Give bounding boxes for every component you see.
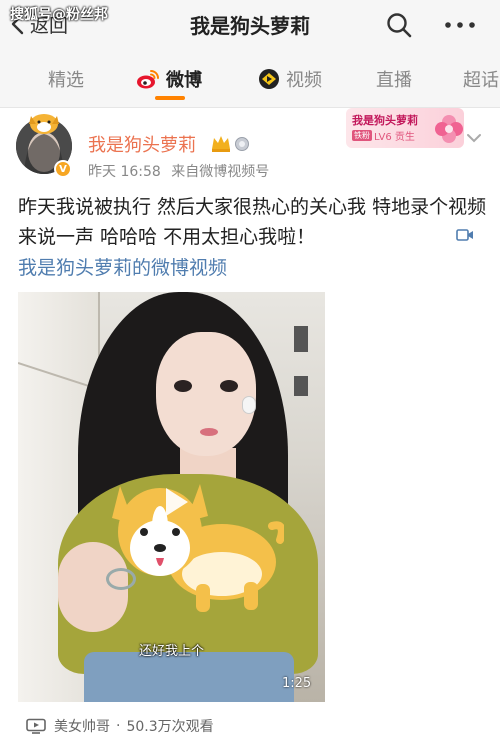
tab-live[interactable]: 直播: [376, 66, 412, 92]
subject-eye: [174, 380, 192, 392]
tab-label: 微博: [166, 70, 202, 91]
tab-video[interactable]: 视频: [258, 66, 322, 92]
tab-label: 精选: [48, 70, 84, 91]
earbud: [242, 396, 256, 414]
watermark: 搜狐号@粉丝邦: [10, 7, 108, 23]
play-icon[interactable]: [154, 482, 194, 522]
fan-level-text: LV6 贡生: [374, 132, 415, 143]
video-link-icon[interactable]: [456, 228, 474, 242]
weibo-logo-icon: [137, 70, 159, 89]
tab-featured[interactable]: 精选: [48, 66, 84, 92]
video-views: 50.3万次观看: [126, 719, 214, 735]
search-icon[interactable]: [385, 11, 413, 39]
post-time: 昨天 16:58: [88, 164, 161, 180]
tab-bar: 精选 微博 视频 直播 超话: [0, 50, 500, 108]
fan-tag: 铁粉: [352, 130, 372, 141]
crown-icon: [212, 136, 230, 152]
post-meta: 昨天 16:58 来自微博视频号: [88, 161, 269, 181]
video-player[interactable]: 还好我上个 1:25: [18, 292, 325, 702]
tab-label: 直播: [376, 70, 412, 91]
medal-icon: [235, 137, 249, 151]
subject-face: [156, 332, 256, 456]
fan-card-level: 铁粉 LV6 贡生: [352, 128, 415, 143]
subject-lips: [200, 428, 218, 436]
author-name[interactable]: 我是狗头萝莉: [88, 131, 196, 157]
post-text: 昨天我说被执行 然后大家很热心的关心我 特地录个视频来说一声 哈哈哈 不用太担心…: [18, 196, 487, 248]
chevron-down-icon[interactable]: [466, 132, 482, 144]
tab-label: 超话: [463, 70, 499, 91]
video-channel[interactable]: 美女帅哥: [54, 716, 110, 736]
video-link[interactable]: 我是狗头萝莉的微博视频: [18, 253, 227, 280]
corgi-sticker-icon: [112, 484, 284, 612]
subject-eye: [220, 380, 238, 392]
tab-super-topic[interactable]: 超话: [463, 66, 499, 92]
tab-label: 视频: [286, 70, 322, 91]
tab-weibo[interactable]: 微博: [136, 66, 202, 92]
separator-dot: ·: [116, 718, 121, 734]
video-logo-icon: [259, 69, 279, 89]
wall-vent: [294, 326, 308, 352]
tv-icon: [26, 718, 46, 734]
video-subtitle: 还好我上个: [138, 644, 204, 659]
wall-vent: [294, 376, 308, 396]
verified-badge: V: [54, 160, 72, 178]
video-duration: 1:25: [282, 676, 312, 691]
fan-card-name: 我是狗头萝莉: [352, 114, 418, 127]
subject-jeans: [84, 652, 294, 702]
post-source[interactable]: 来自微博视频号: [171, 164, 269, 180]
flower-icon: [435, 115, 463, 143]
more-icon[interactable]: [440, 11, 480, 39]
video-stats: 美女帅哥 · 50.3万次观看: [26, 716, 214, 736]
active-tab-indicator: [155, 96, 185, 100]
dog-avatar-frame-icon: [29, 114, 59, 134]
